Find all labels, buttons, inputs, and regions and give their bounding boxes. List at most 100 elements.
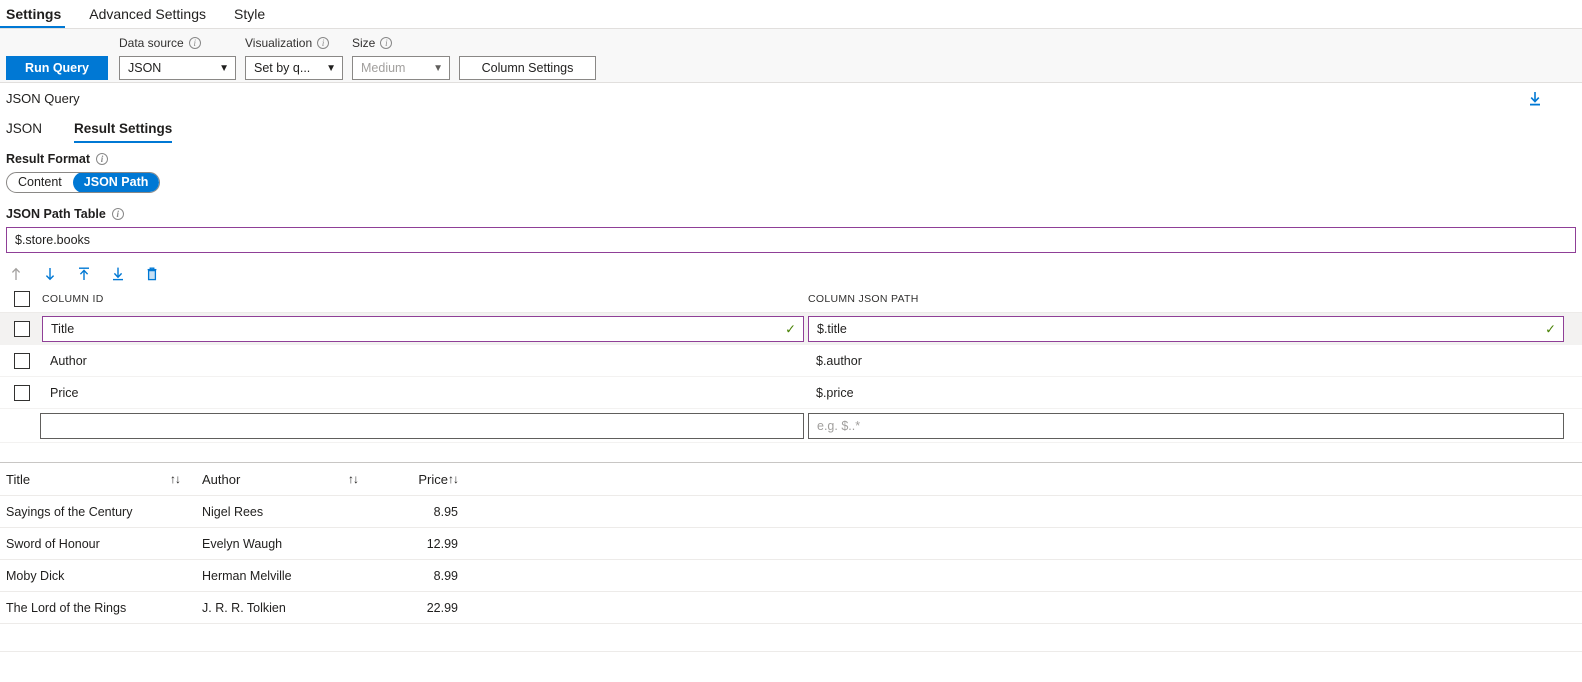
- info-icon[interactable]: i: [380, 37, 393, 49]
- download-icon[interactable]: [1526, 90, 1544, 108]
- new-column-json-path-placeholder: e.g. $..*: [817, 418, 861, 433]
- tab-json-label: JSON: [6, 121, 43, 136]
- data-source-label-group: Data source i: [119, 36, 201, 50]
- column-id-cell[interactable]: Author: [42, 353, 808, 368]
- size-label-group: Size i: [352, 36, 393, 50]
- cell-price-value: 8.95: [433, 504, 458, 519]
- column-id-cell: Title ✓: [42, 315, 808, 342]
- data-source-value: JSON: [128, 61, 162, 75]
- json-path-table-label-group: JSON Path Table i: [0, 207, 1582, 221]
- json-path-table-value: $.store.books: [15, 233, 91, 247]
- results-footer-spacer: [0, 624, 1582, 652]
- header-column-json-path: COLUMN JSON PATH: [808, 292, 919, 305]
- new-column-json-path-input[interactable]: e.g. $..*: [808, 412, 1564, 439]
- table-row[interactable]: The Lord of the Rings J. R. R. Tolkien 2…: [0, 592, 1582, 624]
- tab-style-label: Style: [233, 6, 266, 22]
- table-row[interactable]: Title ✓ $.title ✓: [0, 313, 1582, 345]
- size-dropdown[interactable]: Medium ▼: [352, 56, 450, 80]
- cell-author: Evelyn Waugh: [202, 537, 380, 551]
- column-settings-button[interactable]: Column Settings: [459, 56, 596, 80]
- info-icon[interactable]: i: [188, 37, 201, 49]
- result-format-option-json-path[interactable]: JSON Path: [72, 173, 160, 192]
- chevron-down-icon: ▼: [219, 62, 229, 74]
- move-down-icon[interactable]: [40, 264, 60, 284]
- cell-title: Sword of Honour: [6, 537, 202, 551]
- column-json-path-cell[interactable]: $.price: [808, 385, 1582, 400]
- new-column-json-path-cell: e.g. $..*: [808, 412, 1582, 439]
- results-table: Title ↑↓ Author ↑↓ Price ↑↓ Sayings of t…: [0, 463, 1582, 652]
- new-column-row: e.g. $..*: [0, 409, 1582, 443]
- info-icon[interactable]: i: [96, 153, 109, 165]
- cell-title-value: The Lord of the Rings: [6, 600, 127, 615]
- table-row[interactable]: Moby Dick Herman Melville 8.99: [0, 560, 1582, 592]
- row-checkbox[interactable]: [14, 352, 30, 369]
- cell-author-value: Herman Melville: [202, 568, 292, 583]
- cell-title: The Lord of the Rings: [6, 601, 202, 615]
- result-format-option-content[interactable]: Content: [7, 173, 73, 192]
- visualization-value: Set by q...: [254, 61, 311, 75]
- column-json-path-cell[interactable]: $.author: [808, 353, 1582, 368]
- tab-json[interactable]: JSON: [6, 122, 56, 143]
- cell-author: Herman Melville: [202, 569, 380, 583]
- row-checkbox[interactable]: [14, 320, 30, 337]
- move-to-top-icon[interactable]: [74, 264, 94, 284]
- column-id-cell[interactable]: Price: [42, 385, 808, 400]
- tab-settings[interactable]: Settings: [0, 7, 75, 28]
- cell-title: Moby Dick: [6, 569, 202, 583]
- tab-advanced-settings-label: Advanced Settings: [89, 6, 206, 22]
- results-header-row: Title ↑↓ Author ↑↓ Price ↑↓: [0, 463, 1582, 496]
- tab-result-settings[interactable]: Result Settings: [56, 122, 186, 143]
- size-value: Medium: [361, 61, 406, 75]
- column-json-path-value: $.price: [816, 386, 854, 400]
- tab-advanced-settings[interactable]: Advanced Settings: [75, 7, 220, 28]
- results-header-author-label: Author: [202, 471, 241, 487]
- table-row[interactable]: Price $.price: [0, 377, 1582, 409]
- chevron-down-icon: ▼: [433, 62, 443, 74]
- column-definition-grid: COLUMN ID COLUMN JSON PATH Title ✓ $.tit…: [0, 285, 1582, 463]
- visualization-dropdown[interactable]: Set by q... ▼: [245, 56, 343, 80]
- sort-icon[interactable]: ↑↓: [348, 472, 359, 486]
- sort-icon[interactable]: ↑↓: [448, 472, 459, 486]
- results-header-title: Title ↑↓: [6, 472, 202, 487]
- delete-icon[interactable]: [142, 264, 162, 284]
- cell-price: 22.99: [380, 601, 458, 615]
- chevron-down-icon: ▼: [326, 62, 336, 74]
- cell-price-value: 12.99: [426, 536, 458, 551]
- cell-price: 12.99: [380, 537, 458, 551]
- sort-icon[interactable]: ↑↓: [170, 472, 181, 486]
- column-id-value: Title: [51, 321, 75, 336]
- cell-price-value: 8.99: [433, 568, 458, 583]
- move-to-bottom-icon[interactable]: [108, 264, 128, 284]
- tab-style[interactable]: Style: [220, 7, 279, 28]
- result-format-label-group: Result Format i: [0, 152, 1582, 166]
- table-row[interactable]: Author $.author: [0, 345, 1582, 377]
- json-path-table-label: JSON Path Table: [6, 207, 106, 221]
- top-tab-bar: Settings Advanced Settings Style: [0, 0, 1582, 29]
- result-format-label: Result Format: [6, 152, 91, 166]
- grid-footer-spacer: [0, 443, 1582, 463]
- visualization-label-group: Visualization i: [245, 36, 330, 50]
- new-column-id-input[interactable]: [40, 412, 804, 439]
- column-json-path-input[interactable]: $.title ✓: [808, 315, 1564, 342]
- cell-author-value: J. R. R. Tolkien: [202, 600, 286, 615]
- info-icon[interactable]: i: [317, 37, 330, 49]
- column-id-input[interactable]: Title ✓: [42, 315, 804, 342]
- column-id-value: Author: [50, 354, 87, 368]
- header-column-id: COLUMN ID: [42, 292, 104, 305]
- cell-price: 8.99: [380, 569, 458, 583]
- tab-result-settings-label: Result Settings: [74, 121, 173, 136]
- table-row[interactable]: Sword of Honour Evelyn Waugh 12.99: [0, 528, 1582, 560]
- select-all-checkbox[interactable]: [14, 290, 30, 307]
- table-row[interactable]: Sayings of the Century Nigel Rees 8.95: [0, 496, 1582, 528]
- visualization-label: Visualization: [245, 36, 313, 50]
- json-query-title: JSON Query: [6, 91, 80, 106]
- json-path-table-input[interactable]: $.store.books: [6, 227, 1576, 253]
- results-header-price: Price ↑↓: [380, 471, 459, 487]
- row-checkbox[interactable]: [14, 384, 30, 401]
- data-source-dropdown[interactable]: JSON ▼: [119, 56, 236, 80]
- command-bar: Data source i Visualization i Size i Run…: [0, 29, 1582, 83]
- results-header-price-label: Price: [418, 471, 448, 487]
- move-up-icon[interactable]: [6, 264, 26, 284]
- run-query-button[interactable]: Run Query: [6, 56, 108, 80]
- info-icon[interactable]: i: [111, 208, 124, 220]
